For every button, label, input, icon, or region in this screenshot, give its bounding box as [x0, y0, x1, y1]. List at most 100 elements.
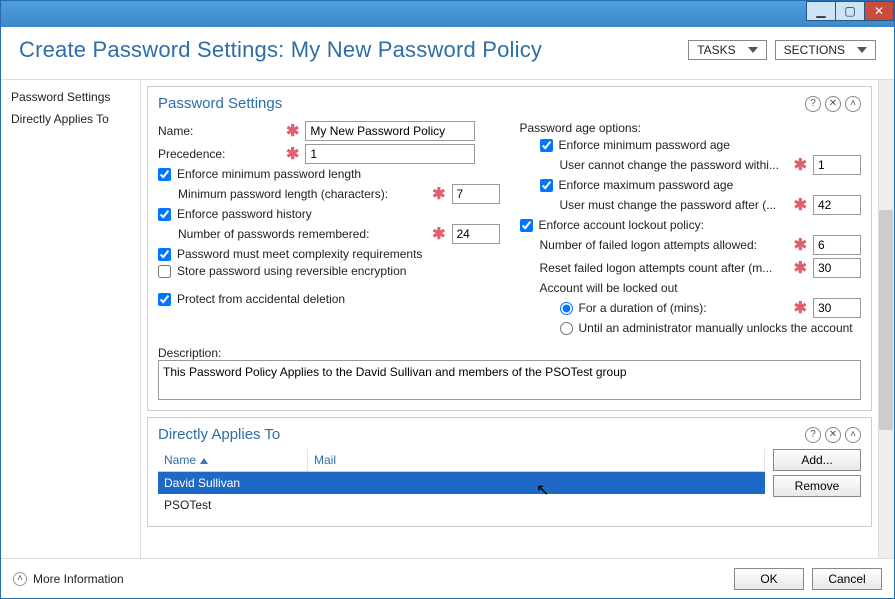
minimize-button[interactable]: ▁: [806, 1, 836, 21]
nav-item-password-settings[interactable]: Password Settings: [1, 86, 140, 108]
chevron-up-icon: ˄: [13, 572, 27, 586]
col-name-header[interactable]: Name: [158, 449, 308, 471]
min-age-sublabel: User cannot change the password withi...: [560, 158, 786, 172]
description-input[interactable]: This Password Policy Applies to the Davi…: [158, 360, 861, 400]
body: Password Settings Directly Applies To Pa…: [1, 79, 894, 558]
duration-label: For a duration of (mins):: [579, 301, 786, 315]
tasks-menu[interactable]: TASKS: [688, 40, 766, 60]
collapse-icon[interactable]: ˄: [845, 96, 861, 112]
right-column: Password age options: Enforce minimum pa…: [520, 118, 862, 338]
reversible-checkbox[interactable]: [158, 265, 171, 278]
enforce-history-checkbox[interactable]: [158, 208, 171, 221]
enforce-min-age-label: Enforce minimum password age: [559, 138, 730, 152]
cell-mail: [308, 472, 765, 494]
complexity-checkbox[interactable]: [158, 248, 171, 261]
enforce-min-length-label: Enforce minimum password length: [177, 167, 361, 181]
required-icon: ✱: [432, 184, 445, 204]
reset-count-label: Reset failed logon attempts count after …: [540, 261, 786, 275]
protect-label: Protect from accidental deletion: [177, 292, 345, 306]
enforce-max-age-checkbox[interactable]: [540, 179, 553, 192]
section-directly-applies-to: Directly Applies To ? ✕ ˄ Name Mail: [147, 417, 872, 527]
reset-count-input[interactable]: [813, 258, 861, 278]
left-column: Name: ✱ Precedence: ✱ Enforce minimum pa…: [158, 118, 500, 338]
enforce-max-age-label: Enforce maximum password age: [559, 178, 734, 192]
sort-asc-icon: [200, 458, 208, 464]
maximize-icon: ▢: [844, 4, 855, 18]
reversible-label: Store password using reversible encrypti…: [177, 264, 406, 278]
remove-button[interactable]: Remove: [773, 475, 861, 497]
max-age-input[interactable]: [813, 195, 861, 215]
maximize-button[interactable]: ▢: [835, 1, 865, 21]
duration-radio[interactable]: [560, 302, 573, 315]
content-area: Password Settings ? ✕ ˄ Name: ✱: [141, 80, 894, 558]
section-header: Password Settings ? ✕ ˄: [158, 95, 861, 112]
locked-out-title: Account will be locked out: [540, 281, 678, 295]
sections-menu[interactable]: SECTIONS: [775, 40, 876, 60]
ok-button[interactable]: OK: [734, 568, 804, 590]
history-count-input[interactable]: [452, 224, 500, 244]
fail-attempts-label: Number of failed logon attempts allowed:: [540, 238, 786, 252]
scrollbar-thumb[interactable]: [879, 210, 893, 430]
duration-input[interactable]: [813, 298, 861, 318]
required-icon: ✱: [286, 121, 299, 141]
page-title: Create Password Settings: My New Passwor…: [19, 37, 542, 63]
cell-mail: [308, 494, 765, 516]
more-information-toggle[interactable]: ˄ More Information: [13, 572, 124, 586]
header-buttons: TASKS SECTIONS: [688, 40, 876, 60]
complexity-label: Password must meet complexity requiremen…: [177, 247, 422, 261]
enforce-lockout-checkbox[interactable]: [520, 219, 533, 232]
section-password-settings: Password Settings ? ✕ ˄ Name: ✱: [147, 86, 872, 411]
required-icon: ✱: [432, 224, 445, 244]
principals-table: Name Mail David Sullivan PSOTest: [158, 449, 765, 516]
table-row[interactable]: David Sullivan: [158, 472, 765, 494]
until-admin-radio[interactable]: [560, 322, 573, 335]
cancel-button[interactable]: Cancel: [812, 568, 882, 590]
min-length-input[interactable]: [452, 184, 500, 204]
two-columns: Name: ✱ Precedence: ✱ Enforce minimum pa…: [158, 118, 861, 338]
section-title: Password Settings: [158, 95, 282, 112]
chevron-down-icon: [748, 47, 758, 53]
col-mail-header[interactable]: Mail: [308, 449, 765, 471]
age-options-title: Password age options:: [520, 121, 641, 135]
required-icon: ✱: [794, 195, 807, 215]
help-icon[interactable]: ?: [805, 427, 821, 443]
precedence-label: Precedence:: [158, 147, 278, 161]
chevron-down-icon: [857, 47, 867, 53]
protect-checkbox[interactable]: [158, 293, 171, 306]
scrollbar-track[interactable]: [878, 80, 894, 558]
until-admin-label: Until an administrator manually unlocks …: [579, 321, 853, 335]
clear-icon[interactable]: ✕: [825, 96, 841, 112]
enforce-lockout-label: Enforce account lockout policy:: [539, 218, 704, 232]
required-icon: ✱: [794, 155, 807, 175]
help-icon[interactable]: ?: [805, 96, 821, 112]
min-age-input[interactable]: [813, 155, 861, 175]
header: Create Password Settings: My New Passwor…: [1, 27, 894, 71]
description-label: Description:: [158, 346, 861, 360]
history-count-label: Number of passwords remembered:: [178, 227, 424, 241]
enforce-min-age-checkbox[interactable]: [540, 139, 553, 152]
tasks-label: TASKS: [697, 43, 735, 57]
required-icon: ✱: [794, 258, 807, 278]
nav-item-directly-applies-to[interactable]: Directly Applies To: [1, 108, 140, 130]
add-button[interactable]: Add...: [773, 449, 861, 471]
precedence-input[interactable]: [305, 144, 475, 164]
name-input[interactable]: [305, 121, 475, 141]
fail-attempts-input[interactable]: [813, 235, 861, 255]
minimize-icon: ▁: [816, 4, 825, 18]
cell-name: PSOTest: [158, 494, 308, 516]
enforce-min-length-checkbox[interactable]: [158, 168, 171, 181]
required-icon: ✱: [794, 298, 807, 318]
required-icon: ✱: [794, 235, 807, 255]
close-button[interactable]: ✕: [864, 1, 894, 21]
table-row[interactable]: PSOTest: [158, 494, 765, 516]
name-label: Name:: [158, 124, 278, 138]
cell-name: David Sullivan: [158, 472, 308, 494]
clear-icon[interactable]: ✕: [825, 427, 841, 443]
collapse-icon[interactable]: ˄: [845, 427, 861, 443]
min-length-label: Minimum password length (characters):: [178, 187, 424, 201]
max-age-sublabel: User must change the password after (...: [560, 198, 786, 212]
required-icon: ✱: [286, 144, 299, 164]
dialog-window: ▁ ▢ ✕ Create Password Settings: My New P…: [0, 0, 895, 599]
sections-label: SECTIONS: [784, 43, 845, 57]
description-row: Description: This Password Policy Applie…: [158, 346, 861, 400]
